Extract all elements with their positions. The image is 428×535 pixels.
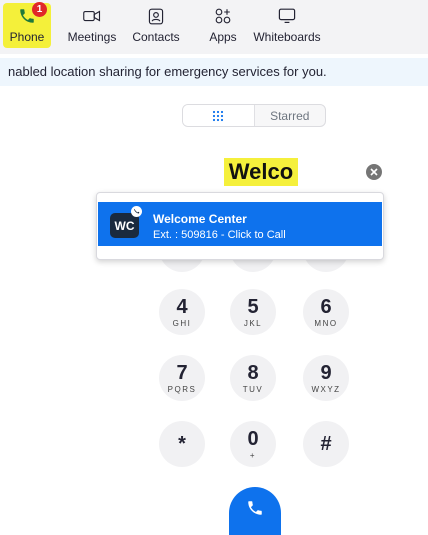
key-letters: TUV (242, 384, 264, 394)
key-digit: 6 (320, 295, 332, 318)
nav-tab-label: Meetings (67, 30, 117, 44)
call-button[interactable] (229, 487, 281, 535)
key-digit: 9 (320, 361, 332, 384)
close-icon (370, 168, 378, 176)
key-letters: PQRS (167, 384, 197, 394)
keypad-key-9[interactable]: 9 WXYZ (303, 355, 349, 401)
keypad-key-star[interactable]: * (159, 421, 205, 467)
key-digit: 7 (176, 361, 188, 384)
nav-tab-whiteboards[interactable]: Whiteboards (253, 4, 321, 50)
tab-starred[interactable]: Starred (255, 105, 326, 126)
keypad-key-7[interactable]: 7 PQRS (159, 355, 205, 401)
keypad-icon (213, 110, 224, 121)
key-letters: JKL (243, 318, 263, 328)
contact-suggestion-dropdown: WC Welcome Center Ext. : 509816 - Click … (96, 192, 384, 260)
key-digit: # (320, 433, 332, 455)
key-letters: GHI (172, 318, 192, 328)
call-queue-badge-icon (131, 206, 142, 217)
clear-input-button[interactable] (366, 164, 382, 180)
keypad-key-0[interactable]: 0 + (230, 421, 276, 467)
phone-icon (248, 501, 262, 515)
location-sharing-notice: nabled location sharing for emergency se… (0, 58, 428, 86)
suggestion-name: Welcome Center (153, 212, 247, 226)
nav-tab-apps[interactable]: Apps (205, 4, 241, 50)
keypad-key-4[interactable]: 4 GHI (159, 289, 205, 335)
key-letters: MNO (314, 318, 338, 328)
phone-notification-badge: 1 (32, 2, 47, 17)
keypad-key-8[interactable]: 8 TUV (230, 355, 276, 401)
keypad-key-6[interactable]: 6 MNO (303, 289, 349, 335)
nav-tab-label: Apps (209, 30, 237, 44)
key-digit: 4 (176, 295, 188, 318)
dial-number-input[interactable]: Welco (224, 158, 298, 186)
apps-icon (208, 4, 238, 28)
keypad-key-5[interactable]: 5 JKL (230, 289, 276, 335)
suggestion-detail: Ext. : 509816 - Click to Call (153, 229, 286, 241)
nav-tab-meetings[interactable]: Meetings (66, 4, 118, 50)
nav-tab-label: Whiteboards (253, 30, 321, 44)
dialpad-view-toggle: Starred (182, 104, 326, 127)
nav-tab-contacts[interactable]: Contacts (132, 4, 180, 50)
keypad-key-hash[interactable]: # (303, 421, 349, 467)
video-camera-icon (77, 4, 107, 28)
nav-tab-label: Phone (9, 30, 45, 44)
key-digit: 8 (247, 361, 259, 384)
nav-tab-phone[interactable]: 1 Phone (6, 2, 48, 50)
contacts-icon (141, 4, 171, 28)
key-digit: 5 (247, 295, 259, 318)
whiteboard-icon (272, 4, 302, 28)
nav-tab-label: Contacts (132, 30, 180, 44)
key-letters: + (249, 450, 257, 460)
suggestion-item-welcome-center[interactable]: WC Welcome Center Ext. : 509816 - Click … (98, 202, 382, 246)
top-nav-bar: 1 Phone Meetings Contacts Apps Whiteboar… (0, 0, 428, 54)
key-digit: * (178, 433, 186, 455)
tab-keypad[interactable] (183, 105, 255, 126)
key-digit: 0 (247, 427, 259, 450)
key-letters: WXYZ (311, 384, 341, 394)
